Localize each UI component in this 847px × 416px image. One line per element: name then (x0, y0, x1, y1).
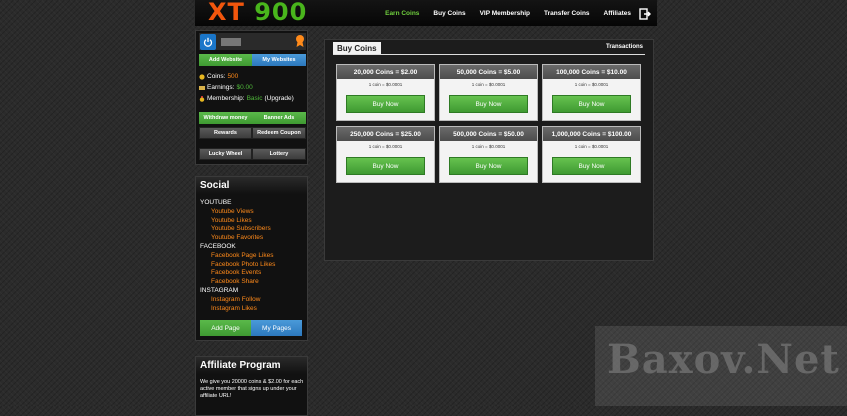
package-title: 20,000 Coins = $2.00 (337, 65, 434, 79)
nav-buy-coins[interactable]: Buy Coins (433, 10, 465, 17)
link-youtube-likes[interactable]: Youtube Likes (200, 217, 275, 226)
buy-now-button[interactable]: Buy Now (346, 95, 425, 113)
social-title: Social (196, 177, 307, 194)
tab-underline (333, 54, 645, 55)
logout-icon[interactable] (639, 7, 651, 20)
package-rate: 1 coin = $0.0001 (368, 82, 403, 87)
membership-value: Basic (246, 95, 263, 102)
main-nav: Earn Coins Buy Coins VIP Membership Tran… (371, 0, 651, 26)
coin-package-card: 20,000 Coins = $2.00 1 coin = $0.0001 Bu… (336, 64, 435, 121)
buy-now-button[interactable]: Buy Now (346, 157, 425, 175)
redeem-coupon-button[interactable]: Redeem Coupon (252, 127, 306, 139)
add-page-button[interactable]: Add Page (200, 320, 251, 336)
nav-affiliates[interactable]: Affiliates (604, 10, 631, 17)
package-title: 100,000 Coins = $10.00 (543, 65, 640, 79)
withdraw-money-button[interactable]: Withdraw money (199, 112, 252, 124)
social-panel: Social YOUTUBE Youtube Views Youtube Lik… (195, 176, 308, 341)
lucky-wheel-button[interactable]: Lucky Wheel (199, 148, 252, 160)
tab-transactions[interactable]: Transactions (606, 44, 643, 50)
affiliate-panel: Affiliate Program We give you 20000 coin… (195, 356, 308, 416)
membership-stat: Membership: Basic (Upgrade) (199, 95, 294, 102)
award-icon (295, 34, 305, 53)
buy-now-button[interactable]: Buy Now (552, 157, 631, 175)
user-panel: Add Website My Websites Coins: 500 Earni… (195, 30, 308, 165)
coins-stat: Coins: 500 (199, 73, 238, 80)
link-facebook-events[interactable]: Facebook Events (200, 269, 275, 278)
site-logo[interactable]: XT 900 (208, 0, 307, 26)
link-youtube-subscribers[interactable]: Youtube Subscribers (200, 225, 275, 234)
user-bar (199, 33, 306, 50)
link-facebook-photo-likes[interactable]: Facebook Photo Likes (200, 261, 275, 270)
add-website-button[interactable]: Add Website (199, 54, 252, 66)
coin-package-card: 1,000,000 Coins = $100.00 1 coin = $0.00… (542, 126, 641, 183)
package-title: 1,000,000 Coins = $100.00 (543, 127, 640, 141)
coin-package-card: 500,000 Coins = $50.00 1 coin = $0.0001 … (439, 126, 538, 183)
coin-package-card: 50,000 Coins = $5.00 1 coin = $0.0001 Bu… (439, 64, 538, 121)
link-youtube-views[interactable]: Youtube Views (200, 208, 275, 217)
nav-earn-coins[interactable]: Earn Coins (385, 10, 419, 17)
link-facebook-share[interactable]: Facebook Share (200, 278, 275, 287)
package-rate: 1 coin = $0.0001 (471, 82, 506, 87)
lottery-button[interactable]: Lottery (252, 148, 306, 160)
package-rate: 1 coin = $0.0001 (368, 144, 403, 149)
earnings-value: $0.00 (236, 84, 253, 91)
link-instagram-follow[interactable]: Instagram Follow (200, 296, 275, 305)
affiliate-description: We give you 20000 coins & $2.00 for each… (200, 379, 304, 399)
earnings-label: Earnings: (207, 84, 235, 91)
package-title: 50,000 Coins = $5.00 (440, 65, 537, 79)
upgrade-link[interactable]: (Upgrade) (264, 95, 293, 102)
nav-transfer-coins[interactable]: Transfer Coins (544, 10, 590, 17)
category-youtube: YOUTUBE (200, 199, 232, 206)
category-instagram: INSTAGRAM (200, 286, 239, 294)
my-pages-button[interactable]: My Pages (251, 320, 302, 336)
banner-ads-button[interactable]: Banner Ads (252, 112, 306, 124)
buy-now-button[interactable]: Buy Now (449, 157, 528, 175)
package-rate: 1 coin = $0.0001 (471, 144, 506, 149)
package-rate: 1 coin = $0.0001 (574, 82, 609, 87)
social-list: YOUTUBE Youtube Views Youtube Likes Yout… (200, 199, 275, 313)
membership-label: Membership: (207, 95, 245, 102)
coin-package-card: 100,000 Coins = $10.00 1 coin = $0.0001 … (542, 64, 641, 121)
package-title: 500,000 Coins = $50.00 (440, 127, 537, 141)
medal-icon (199, 95, 205, 102)
package-title: 250,000 Coins = $25.00 (337, 127, 434, 141)
rewards-button[interactable]: Rewards (199, 127, 252, 139)
link-youtube-favorites[interactable]: Youtube Favorites (200, 234, 275, 243)
power-icon[interactable] (200, 34, 216, 50)
coins-value: 500 (227, 73, 239, 80)
watermark: Baxov.Net (595, 326, 847, 406)
coin-package-card: 250,000 Coins = $25.00 1 coin = $0.0001 … (336, 126, 435, 183)
watermark-text: Baxov.Net (607, 336, 840, 383)
category-facebook: FACEBOOK (200, 242, 236, 250)
my-websites-button[interactable]: My Websites (252, 54, 306, 66)
link-instagram-likes[interactable]: Instagram Likes (200, 305, 275, 314)
username-redacted (221, 38, 241, 46)
logo-part-2: 900 (254, 0, 308, 26)
earnings-stat: Earnings: $0.00 (199, 84, 253, 91)
money-icon (199, 85, 205, 91)
coins-label: Coins: (207, 73, 226, 80)
nav-vip-membership[interactable]: VIP Membership (480, 10, 530, 17)
coins-icon (199, 73, 205, 80)
buy-coins-panel: Buy Coins Transactions 20,000 Coins = $2… (324, 39, 654, 261)
top-header: XT 900 Earn Coins Buy Coins VIP Membersh… (195, 0, 657, 26)
buy-now-button[interactable]: Buy Now (449, 95, 528, 113)
logo-part-1: XT (208, 0, 245, 26)
affiliate-title: Affiliate Program (196, 357, 307, 374)
package-rate: 1 coin = $0.0001 (574, 144, 609, 149)
buy-now-button[interactable]: Buy Now (552, 95, 631, 113)
link-facebook-page-likes[interactable]: Facebook Page Likes (200, 252, 275, 261)
